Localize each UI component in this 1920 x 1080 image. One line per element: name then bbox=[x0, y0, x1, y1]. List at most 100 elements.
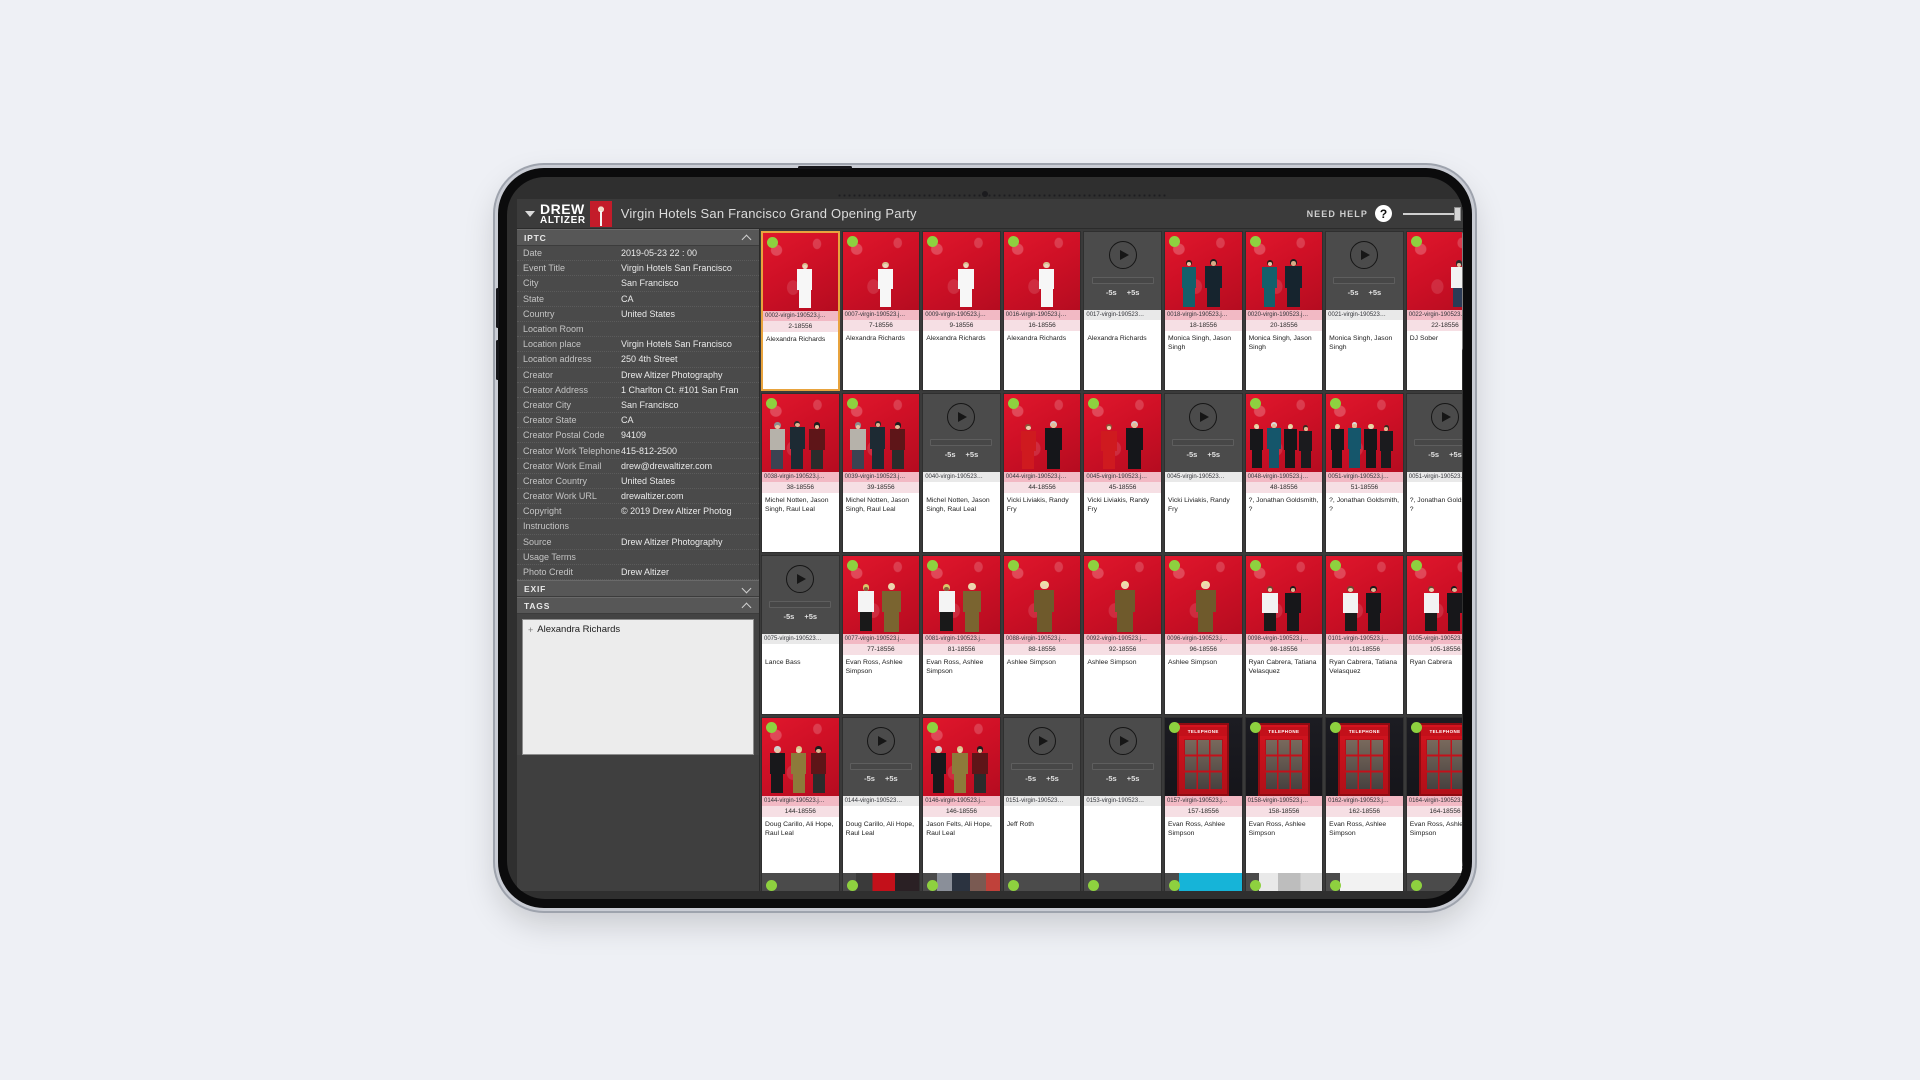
video-thumbnail[interactable]: -5s +5s bbox=[762, 556, 839, 634]
metadata-row[interactable]: Location place Virgin Hotels San Francisc… bbox=[517, 337, 759, 353]
video-scrubber[interactable] bbox=[1333, 277, 1396, 284]
thumbnail-cell[interactable]: 0101-virgin-190523.j… 101-18556 Ryan Cab… bbox=[1325, 555, 1404, 715]
photo-thumbnail[interactable] bbox=[1003, 556, 1081, 634]
thumbnail-cell[interactable]: 0045-virgin-190523.j… 45-18556 Vicki Liv… bbox=[1083, 393, 1162, 553]
metadata-row[interactable]: Country United States bbox=[517, 307, 759, 322]
video-scrubber[interactable] bbox=[849, 763, 912, 770]
play-icon[interactable] bbox=[1189, 403, 1218, 431]
video-scrubber[interactable] bbox=[1091, 763, 1154, 770]
video-thumbnail[interactable]: -5s +5s bbox=[1003, 718, 1081, 796]
photo-thumbnail[interactable] bbox=[1326, 394, 1403, 472]
photo-thumbnail[interactable] bbox=[1326, 556, 1403, 634]
seek-back-button[interactable]: -5s bbox=[784, 612, 795, 621]
partial-thumbnail-cell[interactable] bbox=[1002, 873, 1082, 891]
seek-back-button[interactable]: -5s bbox=[1428, 450, 1439, 459]
thumbnail-cell[interactable]: 0022-virgin-190523.j… 22-18556 DJ Sober bbox=[1405, 231, 1463, 391]
chevron-up-icon[interactable] bbox=[742, 601, 752, 611]
metadata-row[interactable]: Creator Address 1 Charlton Ct. #101 San F… bbox=[517, 383, 759, 398]
video-thumbnail[interactable]: -5s +5s bbox=[1084, 232, 1161, 310]
metadata-row[interactable]: City San Francisco bbox=[517, 276, 759, 292]
section-header-iptc[interactable]: IPTC bbox=[517, 229, 759, 246]
thumbnail-cell[interactable]: 0020-virgin-190523.j… 20-18556 Monica Si… bbox=[1244, 231, 1324, 391]
seek-forward-button[interactable]: +5s bbox=[1369, 288, 1382, 297]
photo-thumbnail[interactable]: TELEPHONE bbox=[1326, 718, 1403, 796]
metadata-value[interactable]: San Francisco bbox=[621, 278, 679, 288]
metadata-value[interactable]: 250 4th Street bbox=[621, 354, 678, 364]
photo-thumbnail[interactable] bbox=[1003, 394, 1081, 472]
thumbnail-cell[interactable]: 0096-virgin-190523.j… 96-18556 Ashlee Si… bbox=[1163, 555, 1243, 715]
thumbnail-cell[interactable]: TELEPHONE 0164-virgin-190523.j… 164-1855… bbox=[1405, 717, 1463, 877]
partial-thumbnail-cell[interactable] bbox=[841, 873, 921, 891]
thumbnail-cell[interactable]: 0038-virgin-190523.j… 38-18556 Michel No… bbox=[761, 393, 840, 553]
play-icon[interactable] bbox=[1108, 241, 1137, 269]
metadata-value[interactable]: 415-812-2500 bbox=[621, 446, 677, 456]
seek-forward-button[interactable]: +5s bbox=[1046, 774, 1059, 783]
metadata-row[interactable]: Creator City San Francisco bbox=[517, 398, 759, 414]
video-scrubber[interactable] bbox=[769, 601, 832, 608]
section-header-tags[interactable]: TAGS bbox=[517, 597, 759, 615]
thumbnail-cell[interactable]: -5s +5s 0144-virgin-190523… Doug Carillo… bbox=[841, 717, 921, 877]
tag-item[interactable]: + Alexandra Richards bbox=[528, 624, 748, 635]
partial-thumbnail-cell[interactable] bbox=[1405, 873, 1463, 891]
video-thumbnail[interactable]: -5s +5s bbox=[842, 718, 920, 796]
metadata-value[interactable]: © 2019 Drew Altizer Photog bbox=[621, 506, 732, 516]
photo-thumbnail[interactable] bbox=[763, 233, 838, 311]
thumbnail-cell[interactable]: 0048-virgin-190523.j… 48-18556 ?, Jonath… bbox=[1244, 393, 1324, 553]
metadata-row[interactable]: Date 2019-05-23 22 : 00 bbox=[517, 246, 759, 262]
thumbnail-cell[interactable]: -5s +5s 0153-virgin-190523… bbox=[1083, 717, 1162, 877]
seek-forward-button[interactable]: +5s bbox=[1127, 288, 1140, 297]
video-scrubber[interactable] bbox=[1091, 277, 1154, 284]
thumbnail-cell[interactable]: 0088-virgin-190523.j… 88-18556 Ashlee Si… bbox=[1002, 555, 1082, 715]
thumbnail-cell[interactable]: 0144-virgin-190523.j… 144-18556 Doug Car… bbox=[761, 717, 840, 877]
metadata-value[interactable]: United States bbox=[621, 476, 675, 486]
photo-thumbnail[interactable] bbox=[1164, 556, 1242, 634]
photo-thumbnail[interactable] bbox=[1245, 232, 1323, 310]
thumbnail-cell[interactable]: 0002-virgin-190523.j… 2-18556 Alexandra … bbox=[761, 231, 840, 391]
thumbnail-cell[interactable]: -5s +5s 0017-virgin-190523… Alexandra Ri… bbox=[1083, 231, 1162, 391]
photo-thumbnail[interactable] bbox=[1406, 232, 1463, 310]
metadata-row[interactable]: Location address 250 4th Street bbox=[517, 352, 759, 368]
video-scrubber[interactable] bbox=[1172, 439, 1235, 446]
thumbnail-cell[interactable]: -5s +5s 0040-virgin-190523… Michel Notte… bbox=[922, 393, 1001, 553]
seek-back-button[interactable]: -5s bbox=[1186, 450, 1197, 459]
chevron-down-icon[interactable] bbox=[525, 210, 535, 217]
metadata-value[interactable]: 1 Charlton Ct. #101 San Fran bbox=[621, 385, 739, 395]
metadata-value[interactable]: 94109 bbox=[621, 430, 646, 440]
thumbnail-cell[interactable]: -5s +5s 0021-virgin-190523… Monica Singh… bbox=[1325, 231, 1404, 391]
video-scrubber[interactable] bbox=[1414, 439, 1463, 446]
metadata-value[interactable]: CA bbox=[621, 415, 634, 425]
slider-knob[interactable] bbox=[1454, 206, 1461, 221]
volume-up-button[interactable] bbox=[496, 288, 499, 328]
photo-thumbnail[interactable] bbox=[842, 232, 920, 310]
help-icon[interactable]: ? bbox=[1375, 205, 1392, 222]
thumbnail-cell[interactable]: 0044-virgin-190523.j… 44-18556 Vicki Liv… bbox=[1002, 393, 1082, 553]
thumbnail-cell[interactable]: TELEPHONE 0162-virgin-190523.j… 162-1855… bbox=[1325, 717, 1404, 877]
thumbnail-cell[interactable]: TELEPHONE 0158-virgin-190523.j… 158-1855… bbox=[1244, 717, 1324, 877]
grid-scrollbar[interactable] bbox=[1462, 231, 1463, 889]
play-icon[interactable] bbox=[947, 403, 976, 431]
play-icon[interactable] bbox=[1108, 727, 1137, 755]
photo-thumbnail[interactable] bbox=[842, 556, 920, 634]
thumbnail-cell[interactable]: TELEPHONE 0157-virgin-190523.j… 157-1855… bbox=[1163, 717, 1243, 877]
thumbnail-size-slider[interactable] bbox=[1403, 206, 1461, 221]
power-button[interactable] bbox=[798, 166, 852, 169]
video-scrubber[interactable] bbox=[1011, 763, 1074, 770]
metadata-value[interactable]: United States bbox=[621, 309, 675, 319]
metadata-value[interactable]: 2019-05-23 22 : 00 bbox=[621, 248, 697, 258]
photo-thumbnail[interactable]: TELEPHONE bbox=[1406, 718, 1463, 796]
photo-thumbnail[interactable] bbox=[762, 718, 839, 796]
play-icon[interactable] bbox=[1431, 403, 1460, 431]
metadata-row[interactable]: Photo Credit Drew Altizer bbox=[517, 565, 759, 581]
photo-thumbnail[interactable] bbox=[923, 718, 1000, 796]
seek-back-button[interactable]: -5s bbox=[1106, 288, 1117, 297]
volume-down-button[interactable] bbox=[496, 340, 499, 380]
seek-forward-button[interactable]: +5s bbox=[804, 612, 817, 621]
metadata-row[interactable]: Creator Work Email drew@drewaltizer.com bbox=[517, 459, 759, 474]
seek-back-button[interactable]: -5s bbox=[1106, 774, 1117, 783]
partial-thumbnail-cell[interactable] bbox=[922, 873, 1001, 891]
thumbnail-cell[interactable]: 0039-virgin-190523.j… 39-18556 Michel No… bbox=[841, 393, 921, 553]
photo-thumbnail[interactable] bbox=[923, 232, 1000, 310]
photo-thumbnail[interactable] bbox=[1084, 394, 1161, 472]
plus-icon[interactable]: + bbox=[528, 625, 533, 635]
metadata-value[interactable]: CA bbox=[621, 294, 634, 304]
